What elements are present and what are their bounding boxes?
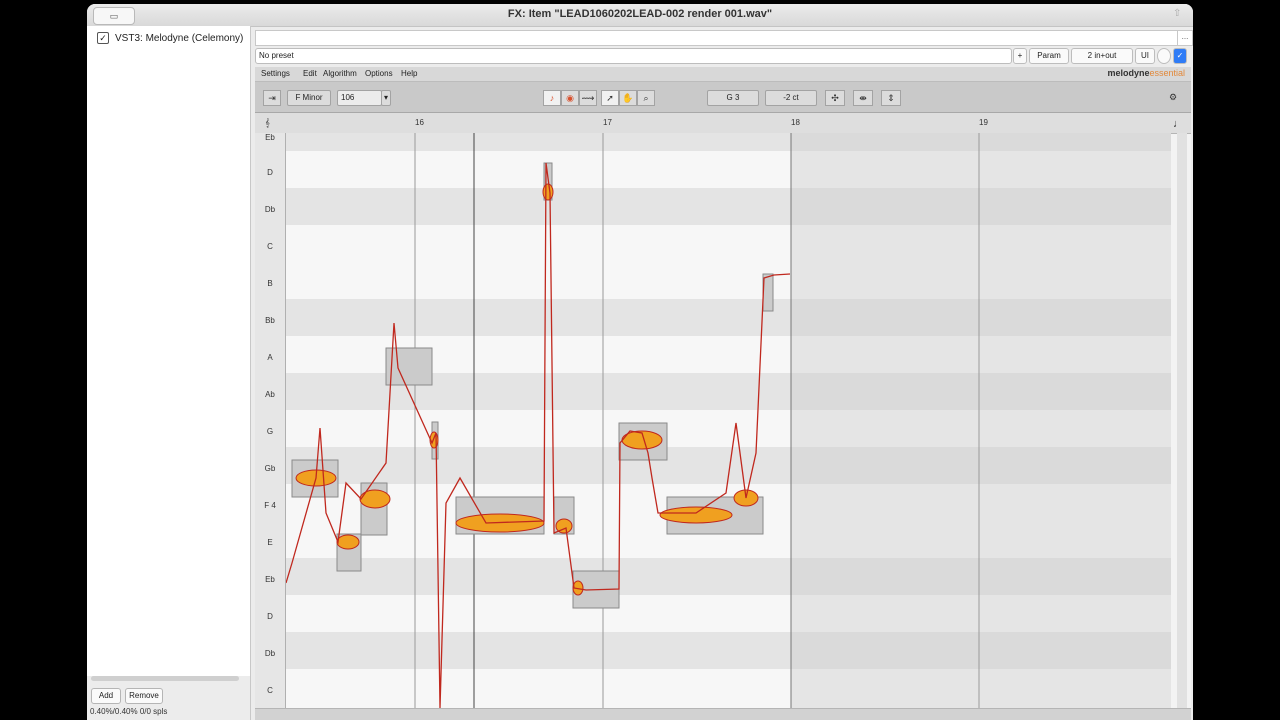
note-pitch-field[interactable]: G 3	[707, 90, 759, 106]
key-label: D	[267, 168, 273, 177]
logo-sub: essential	[1149, 68, 1185, 78]
melodyne-logo: melodyneessential	[1107, 68, 1185, 78]
key-label: Gb	[264, 464, 276, 473]
param-button[interactable]: Param	[1029, 48, 1069, 64]
scale-button[interactable]: F Minor	[287, 90, 331, 106]
key-label: Eb	[265, 575, 275, 584]
bypass-checkbox[interactable]: ✓	[1173, 48, 1187, 64]
treble-clef-icon: 𝄞	[265, 118, 270, 127]
pitch-drift-icon[interactable]: ⇼	[853, 90, 873, 106]
hand-icon[interactable]: ✋	[619, 90, 637, 106]
melodyne-menubar: Settings Edit Algorithm Options Help mel…	[255, 67, 1191, 82]
key-label: Bb	[265, 316, 275, 325]
pin-icon[interactable]: ⇧	[1173, 8, 1187, 22]
key-label: D	[267, 612, 273, 621]
bar-label: 19	[979, 118, 988, 127]
pitch-center-icon[interactable]: ✣	[825, 90, 845, 106]
cpu-usage: 0.40%/0.40% 0/0 spls	[90, 707, 168, 716]
add-button[interactable]: Add	[91, 688, 121, 704]
melodyne-toolbar: ⇥ F Minor 106 ▾ ♪ ◉ ⟿ ➚ ✋ ⌕ G 3 -2 ct ✣ …	[255, 82, 1191, 113]
note-editor[interactable]: 𝄞 16 17 18 19 ♩ Eb D Db C B Bb A Ab G Gb…	[255, 113, 1191, 720]
bar-label: 16	[415, 118, 424, 127]
menu-algorithm[interactable]: Algorithm	[323, 69, 357, 78]
piano-keys: Eb D Db C B Bb A Ab G Gb F 4 E Eb D Db C	[255, 133, 286, 708]
fx-info-row: ...	[255, 30, 1193, 46]
io-button[interactable]: 2 in+out	[1071, 48, 1133, 64]
key-label: E	[267, 538, 273, 547]
key-label: C	[267, 686, 273, 695]
fx-item-label: VST3: Melodyne (Celemony)	[115, 32, 244, 44]
key-label: A	[267, 353, 273, 362]
menu-help[interactable]: Help	[401, 69, 417, 78]
transfer-icon[interactable]: ⇥	[263, 90, 281, 106]
titlebar: ▭ FX: Item "LEAD1060202LEAD-002 render 0…	[87, 4, 1193, 27]
ui-button[interactable]: UI	[1135, 48, 1155, 64]
horizontal-scrollbar[interactable]	[255, 708, 1191, 720]
menu-edit[interactable]: Edit	[303, 69, 317, 78]
gear-icon[interactable]: ⚙	[1165, 90, 1181, 104]
fx-chain-footer: Add Remove 0.40%/0.40% 0/0 spls	[87, 676, 250, 720]
logo-main: melodyne	[1107, 68, 1150, 78]
plugin-window: ▭ FX: Item "LEAD1060202LEAD-002 render 0…	[87, 4, 1193, 720]
key-label: G	[266, 427, 274, 436]
key-label: Db	[264, 649, 276, 658]
fx-chain-panel: ✓ VST3: Melodyne (Celemony) Add Remove 0…	[87, 26, 251, 720]
key-label: C	[267, 242, 273, 251]
key-label: B	[267, 279, 273, 288]
menu-settings[interactable]: Settings	[261, 69, 290, 78]
timeline-ruler[interactable]: 𝄞 16 17 18 19 ♩	[255, 113, 1191, 134]
key-label: Db	[264, 205, 276, 214]
remove-button[interactable]: Remove	[125, 688, 163, 704]
fx-enabled-checkbox[interactable]: ✓	[97, 32, 109, 44]
add-preset-button[interactable]: +	[1013, 48, 1027, 64]
note-icon: ♩	[1173, 118, 1184, 130]
tempo-dropdown-icon[interactable]: ▾	[381, 90, 391, 106]
wet-knob-icon[interactable]	[1157, 48, 1171, 64]
note-grid[interactable]	[286, 133, 1171, 708]
amplitude-tool-icon[interactable]: ◉	[561, 90, 579, 106]
cents-field[interactable]: -2 ct	[765, 90, 817, 106]
note-grid-svg	[286, 133, 1171, 708]
quantize-icon[interactable]: ⇕	[881, 90, 901, 106]
horizontal-scrollbar[interactable]	[91, 676, 239, 681]
bar-label: 18	[791, 118, 800, 127]
vertical-scrollbar[interactable]	[1177, 133, 1187, 708]
key-label: Eb	[265, 133, 275, 142]
preset-row: No preset + Param 2 in+out UI ✓	[255, 48, 1191, 64]
preset-select[interactable]: No preset	[255, 48, 1012, 64]
zoom-icon[interactable]: ⌕	[637, 90, 655, 106]
bar-label: 17	[603, 118, 612, 127]
pitch-tool-icon[interactable]: ♪	[543, 90, 561, 106]
menu-options[interactable]: Options	[365, 69, 393, 78]
tempo-field[interactable]: 106	[337, 90, 382, 106]
more-button[interactable]: ...	[1177, 31, 1192, 45]
timing-tool-icon[interactable]: ⟿	[579, 90, 597, 106]
key-label: F 4	[264, 501, 276, 510]
fx-item-melodyne[interactable]: ✓ VST3: Melodyne (Celemony)	[97, 32, 243, 44]
plugin-area: ... No preset + Param 2 in+out UI ✓ Sett…	[251, 26, 1193, 720]
key-label: Ab	[265, 390, 275, 399]
window-title: FX: Item "LEAD1060202LEAD-002 render 001…	[507, 8, 773, 20]
pointer-icon[interactable]: ➚	[601, 90, 619, 106]
